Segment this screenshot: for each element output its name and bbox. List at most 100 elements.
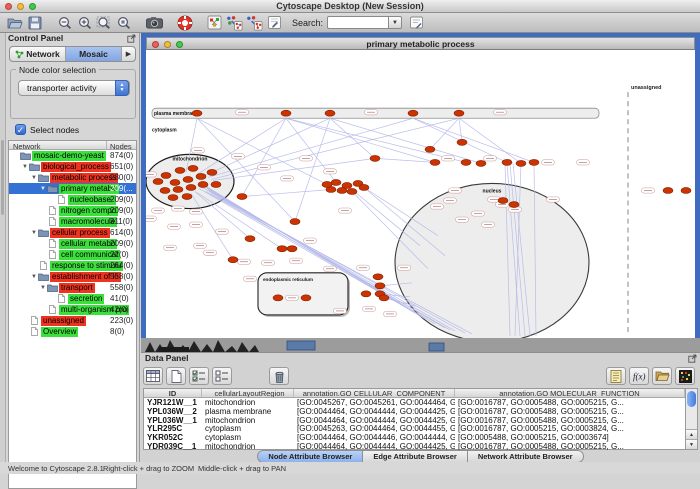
graph-node[interactable] [175,167,185,173]
graph-node[interactable] [502,159,512,165]
graph-node[interactable] [228,257,238,263]
graph-node[interactable] [196,173,206,179]
column-header[interactable]: annotation.GO CELLULAR_COMPONENT [294,389,455,397]
graph-node[interactable] [425,146,435,152]
graph-node[interactable] [153,178,163,184]
graph-node[interactable] [461,159,471,165]
graph-node[interactable] [273,295,283,301]
graph-node[interactable] [325,110,335,116]
graph-node[interactable] [337,187,347,193]
zoom-in-icon[interactable] [76,15,93,31]
tree-row[interactable]: nitrogen compo209(0) [9,205,136,216]
new-network-selected-edges-icon[interactable] [246,15,263,31]
table-row[interactable]: YPL036W__2plasma membrane[GO:0044464, GO… [144,407,685,416]
save-icon[interactable] [26,15,43,31]
select-attributes-icon[interactable] [189,367,209,385]
expander-icon[interactable]: ▼ [30,230,38,236]
graph-node[interactable] [170,179,180,185]
scroll-down-icon[interactable]: ▼ [686,439,697,449]
node-color-select[interactable]: transporter activity ▲▼ [18,80,130,96]
new-network-from-selection-icon[interactable] [226,15,243,31]
graph-node[interactable] [168,195,178,201]
tree-row[interactable]: mosaic-demo-yeast874(0) [9,150,136,161]
matrix-view-icon[interactable] [675,367,695,385]
unselect-attributes-icon[interactable] [212,367,232,385]
new-attribute-icon[interactable] [166,367,186,385]
table-scrollbar[interactable]: ▲ ▼ [685,388,698,450]
delete-attribute-icon[interactable] [269,367,289,385]
function-builder-icon[interactable]: f(x) [629,367,649,385]
tree-row[interactable]: nucleobase-209(0) [9,194,136,205]
zoom-out-icon[interactable] [56,15,73,31]
column-header[interactable]: annotation.GO MOLECULAR_FUNCTION [455,389,685,397]
column-header[interactable]: _cellularLayoutRegion [202,389,294,397]
tab-mosaic[interactable]: Mosaic [66,47,122,61]
tab-network[interactable]: Network [10,47,66,61]
help-icon[interactable] [176,15,193,31]
table-row[interactable]: YKR052Ccytoplasm[GO:0044464, GO:0044446,… [144,433,685,442]
network-canvas[interactable]: unassignedplasma membranecytoplasmnucleu… [146,50,695,338]
graph-node[interactable] [198,181,208,187]
graph-node[interactable] [322,181,332,187]
snapshot-icon[interactable] [146,15,163,31]
float-data-panel-icon[interactable] [688,354,697,363]
open-folder-icon[interactable] [6,15,23,31]
select-nodes-checkbox[interactable]: ✓ [15,124,26,135]
tree-row[interactable]: ▼biological_process651(0) [9,161,136,172]
attribute-editor-icon[interactable] [606,367,626,385]
graph-node[interactable] [529,159,539,165]
graph-node[interactable] [663,187,673,193]
graph-node[interactable] [408,110,418,116]
annotation-icon[interactable] [266,15,283,31]
search-dropdown-icon[interactable]: ▼ [389,16,402,29]
graph-node[interactable] [681,187,691,193]
graph-node[interactable] [301,295,311,301]
graph-node[interactable] [237,193,247,199]
window-titlebar[interactable]: Cytoscape Desktop (New Session) [0,0,700,13]
tree-row[interactable]: cell communicat22(0) [9,249,136,260]
graph-node[interactable] [454,110,464,116]
expander-icon[interactable]: ▼ [30,274,38,280]
graph-node[interactable] [509,202,519,208]
search-options-icon[interactable] [408,15,425,31]
graph-node[interactable] [361,291,371,297]
network-view-titlebar[interactable]: primary metabolic process [146,37,695,50]
graph-node[interactable] [182,193,192,199]
graph-node[interactable] [516,160,526,166]
graph-node[interactable] [373,274,383,280]
graph-node[interactable] [370,155,380,161]
zoom-fit-icon[interactable] [96,15,113,31]
graph-node[interactable] [160,187,170,193]
graph-node[interactable] [192,110,202,116]
graph-node[interactable] [211,181,221,187]
tree-row[interactable]: ▼cellular process614(0) [9,227,136,238]
graph-node[interactable] [281,110,291,116]
graph-node[interactable] [457,139,467,145]
graph-node[interactable] [359,184,369,190]
graph-node[interactable] [245,236,255,242]
tab-overflow-arrow-icon[interactable]: ▶ [122,47,135,61]
graph-node[interactable] [186,184,196,190]
graph-node[interactable] [207,169,217,175]
tree-row[interactable]: ▼metabolic process280(0) [9,172,136,183]
import-attributes-icon[interactable] [652,367,672,385]
table-scrollbar-thumb[interactable] [687,391,696,407]
expander-icon[interactable]: ▼ [39,186,47,192]
tree-row[interactable]: ▼establishment of lo558(0) [9,271,136,282]
graph-node[interactable] [498,198,508,204]
table-row[interactable]: YLR295Ccytoplasm[GO:0045263, GO:0044464,… [144,424,685,433]
tree-row[interactable]: ▼transport558(0) [9,282,136,293]
graph-node[interactable] [173,186,183,192]
graph-node[interactable] [379,295,389,301]
column-header[interactable]: ID [144,389,202,397]
graph-node[interactable] [476,160,486,166]
table-row[interactable]: YJR121W__1mitochondrion[GO:0045267, GO:0… [144,398,685,407]
graph-node[interactable] [430,159,440,165]
graph-node[interactable] [277,246,287,252]
attribute-table-icon[interactable] [143,367,163,385]
tree-row[interactable]: ▼primary metabo209(... [9,183,136,194]
float-panel-icon[interactable] [127,34,136,43]
tree-row[interactable]: macromolecule311(0) [9,216,136,227]
graph-node[interactable] [287,246,297,252]
graph-node[interactable] [347,188,357,194]
